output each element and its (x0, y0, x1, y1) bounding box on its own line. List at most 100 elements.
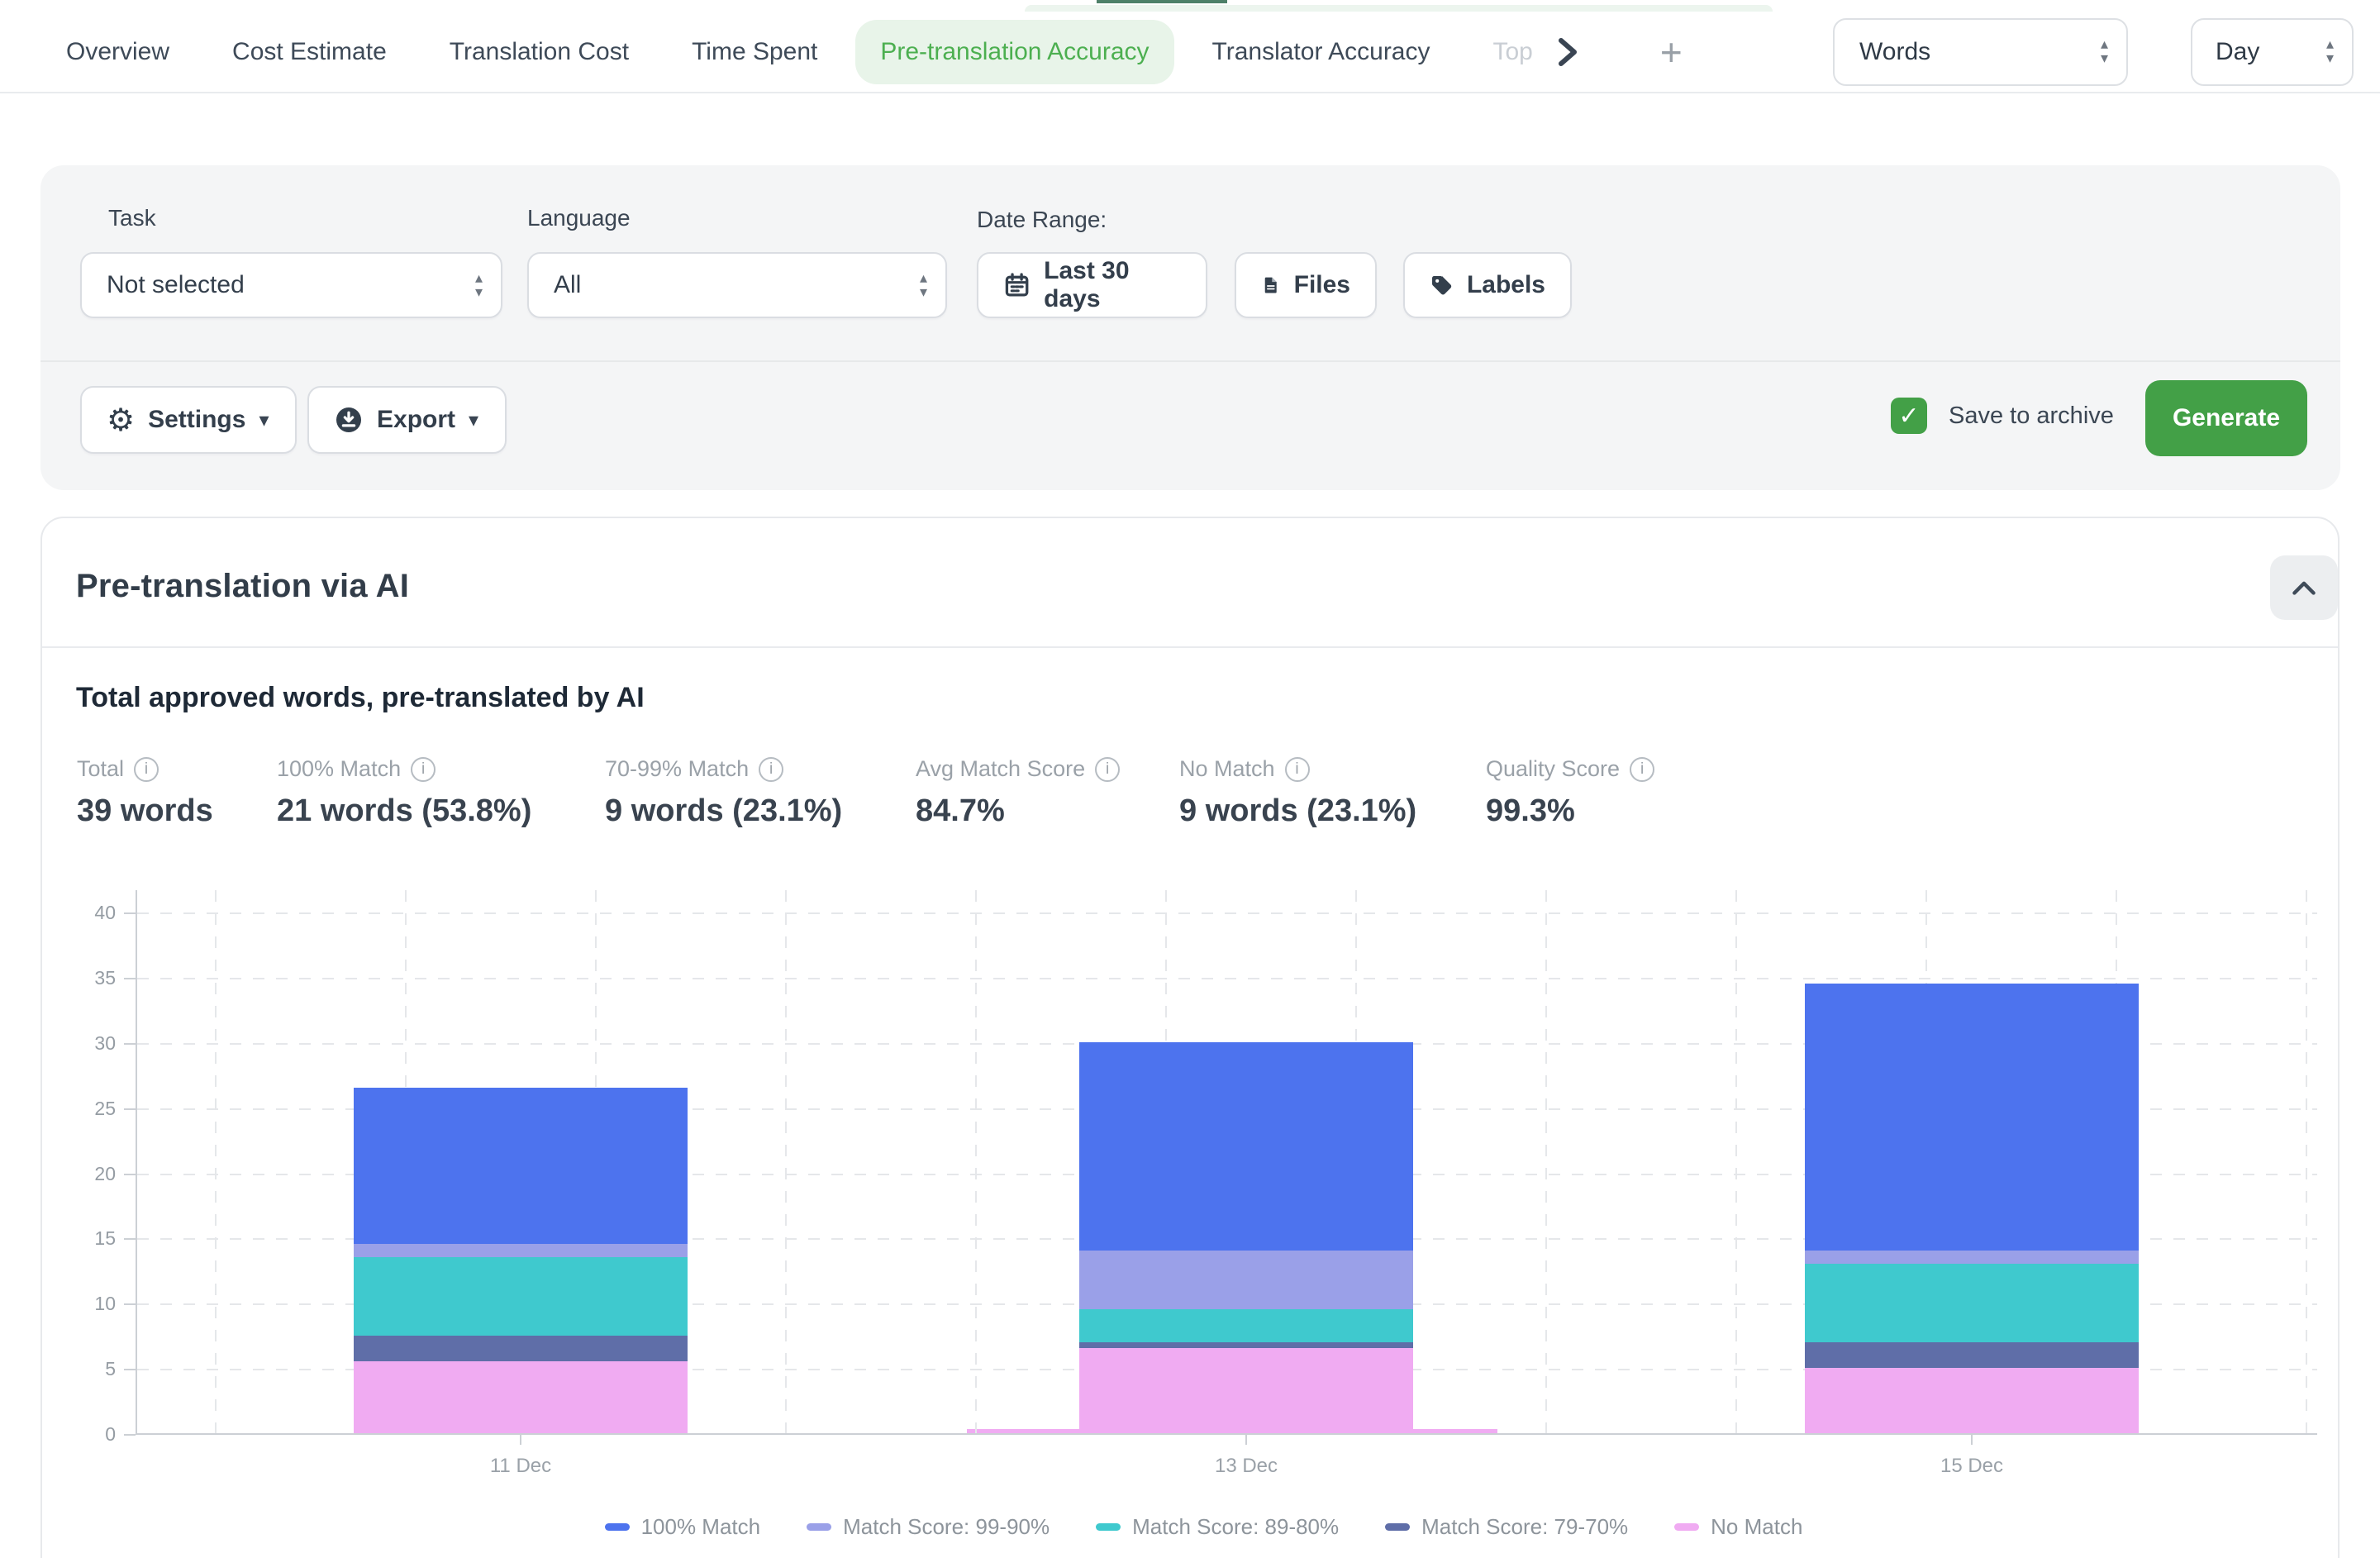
bar-11-dec[interactable] (354, 1088, 688, 1433)
select-arrows-icon (2326, 37, 2334, 66)
x-axis-label: 11 Dec (455, 1455, 587, 1478)
download-icon (334, 405, 364, 435)
bar-segment-match-score-79-70[interactable] (1805, 1342, 2139, 1369)
caret-down-icon: ▾ (469, 408, 478, 431)
chevron-right-icon (1558, 37, 1578, 67)
tab-scroll-right-button[interactable] (1558, 37, 1578, 67)
tab-time-spent[interactable]: Time Spent (692, 38, 817, 66)
bar-segment-100-match[interactable] (1079, 1042, 1413, 1251)
bar-segment-match-score-89-80[interactable] (1079, 1309, 1413, 1341)
bar-segment-match-score-99-90[interactable] (1805, 1251, 2139, 1264)
stat-label: 100% Matchi (277, 756, 605, 782)
bar-segment-100-match[interactable] (354, 1088, 688, 1244)
bar-segment-no-match[interactable] (1805, 1368, 2139, 1433)
unit-select[interactable]: Words (1833, 18, 2128, 86)
calendar-icon (1003, 270, 1031, 300)
legend-item-match-score-79-70[interactable]: Match Score: 79-70% (1385, 1514, 1628, 1540)
stats-row: Totali 39 words100% Matchi 21 words (53.8%… (77, 756, 1654, 829)
bar-segment-no-match[interactable] (1079, 1348, 1413, 1433)
settings-button[interactable]: ⚙ Settings ▾ (80, 386, 297, 454)
select-arrows-icon (920, 271, 927, 300)
y-axis-tick (124, 1303, 136, 1305)
y-axis-label: 10 (69, 1293, 116, 1315)
settings-button-label: Settings (148, 406, 245, 434)
y-axis-tick (124, 1174, 136, 1175)
legend-item-match-score-99-90[interactable]: Match Score: 99-90% (807, 1514, 1050, 1540)
tab-cost-estimate[interactable]: Cost Estimate (232, 38, 387, 66)
info-icon[interactable]: i (411, 757, 436, 782)
info-icon[interactable]: i (759, 757, 783, 782)
bar-segment-match-score-89-80[interactable] (1805, 1264, 2139, 1342)
v-gridline (1735, 890, 1737, 1435)
legend-swatch-icon (1674, 1523, 1699, 1531)
save-to-archive-toggle[interactable]: Save to archive (1891, 398, 2114, 434)
legend-item-no-match[interactable]: No Match (1674, 1514, 1802, 1540)
stat-label-text: Avg Match Score (916, 756, 1085, 782)
generate-button[interactable]: Generate (2145, 380, 2307, 456)
h-gridline (137, 978, 2317, 979)
tab-translation-cost[interactable]: Translation Cost (450, 38, 629, 66)
checkbox-checked-icon[interactable] (1891, 398, 1927, 434)
bar-segment-100-match[interactable] (1805, 984, 2139, 1251)
info-icon[interactable]: i (134, 757, 159, 782)
y-axis-label: 35 (69, 967, 116, 989)
v-gridline (1545, 890, 1547, 1435)
stat-value: 9 words (23.1%) (1179, 793, 1486, 829)
y-axis-tick (124, 1369, 136, 1370)
stat-value: 99.3% (1486, 793, 1654, 829)
info-icon[interactable]: i (1285, 757, 1310, 782)
stat-70-99-match: 70-99% Match i 9 words (23.1%) (605, 756, 916, 829)
bar-segment-match-score-89-80[interactable] (354, 1257, 688, 1336)
files-filter-label: Files (1294, 271, 1350, 299)
export-button[interactable]: Export ▾ (307, 386, 507, 454)
bar-segment-match-score-79-70[interactable] (1079, 1342, 1413, 1349)
report-tabbar: Overview Cost Estimate Translation Cost Tim… (0, 0, 2380, 93)
legend-label: Match Score: 79-70% (1421, 1514, 1628, 1540)
legend-item-match-score-89-80[interactable]: Match Score: 89-80% (1096, 1514, 1339, 1540)
period-select[interactable]: Day (2191, 18, 2354, 86)
date-range-label: Date Range: (977, 207, 1107, 233)
stat-label-text: 70-99% Match (605, 756, 749, 782)
date-range-value: Last 30 days (1044, 257, 1181, 313)
bar-15-dec[interactable] (1805, 984, 2139, 1433)
y-axis-tick (124, 912, 136, 914)
y-axis-label: 20 (69, 1163, 116, 1185)
stat-label: No Match i (1179, 756, 1486, 782)
bar-segment-match-score-99-90[interactable] (1079, 1251, 1413, 1309)
date-range-button[interactable]: Last 30 days (977, 252, 1207, 318)
collapse-section-button[interactable] (2270, 555, 2338, 620)
files-filter-button[interactable]: Files (1235, 252, 1377, 318)
labels-filter-button[interactable]: Labels (1403, 252, 1572, 318)
tab-translator-accuracy[interactable]: Translator Accuracy (1212, 38, 1430, 66)
bar-segment-no-match[interactable] (354, 1361, 688, 1433)
stat-label: Totali (77, 756, 277, 782)
stat-value: 21 words (53.8%) (277, 793, 605, 829)
bar-segment-match-score-79-70[interactable] (354, 1336, 688, 1362)
x-axis-label: 13 Dec (1180, 1455, 1312, 1478)
task-select[interactable]: Not selected (80, 252, 502, 318)
stat-value: 9 words (23.1%) (605, 793, 916, 829)
tab-pre-translation-accuracy[interactable]: Pre-translation Accuracy (855, 20, 1173, 84)
period-select-value: Day (2216, 38, 2259, 66)
x-axis-tick (1245, 1435, 1247, 1445)
add-report-button[interactable]: + (1660, 30, 1683, 74)
tab-overview[interactable]: Overview (66, 38, 169, 66)
tab-overflow[interactable]: Top (1493, 38, 1533, 66)
info-icon[interactable]: i (1095, 757, 1120, 782)
language-select[interactable]: All (527, 252, 947, 318)
y-axis-tick (124, 1043, 136, 1045)
stat-value: 39 words (77, 793, 277, 829)
bar-13-dec[interactable] (1079, 1042, 1413, 1433)
legend-swatch-icon (1096, 1523, 1121, 1531)
stat-label-text: No Match (1179, 756, 1275, 782)
legend-swatch-icon (1385, 1523, 1410, 1531)
legend-item-100-match[interactable]: 100% Match (605, 1514, 761, 1540)
legend-label: Match Score: 89-80% (1132, 1514, 1339, 1540)
info-icon[interactable]: i (1630, 757, 1654, 782)
x-axis-tick (1971, 1435, 1973, 1445)
save-to-archive-label: Save to archive (1949, 403, 2114, 430)
caret-down-icon: ▾ (259, 408, 269, 431)
chart-plot: 051015202530354011 Dec13 Dec15 Dec (136, 890, 2317, 1435)
card-divider (42, 646, 2338, 648)
bar-segment-match-score-99-90[interactable] (354, 1244, 688, 1257)
